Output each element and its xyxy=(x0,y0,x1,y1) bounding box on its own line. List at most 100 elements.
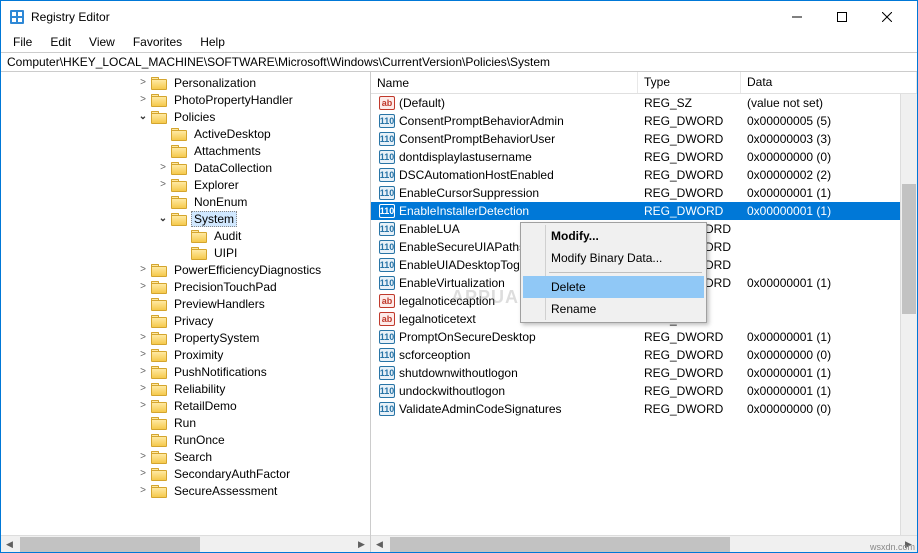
menu-view[interactable]: View xyxy=(81,34,123,50)
tree-item[interactable]: >Reliability xyxy=(1,380,370,397)
tree-item[interactable]: Audit xyxy=(1,227,370,244)
tree-item-label: PowerEfficiencyDiagnostics xyxy=(171,263,324,277)
expander-closed-icon[interactable]: > xyxy=(137,332,149,343)
expander-closed-icon[interactable]: > xyxy=(137,468,149,479)
value-data: 0x00000000 (0) xyxy=(741,150,917,164)
value-row[interactable]: 110scforceoptionREG_DWORD0x00000000 (0) xyxy=(371,346,917,364)
tree-item[interactable]: UIPI xyxy=(1,244,370,261)
context-modify[interactable]: Modify... xyxy=(523,225,704,247)
context-delete[interactable]: Delete xyxy=(523,276,704,298)
tree-item[interactable]: >Search xyxy=(1,448,370,465)
folder-icon xyxy=(151,467,167,480)
expander-closed-icon[interactable]: > xyxy=(137,77,149,88)
minimize-button[interactable] xyxy=(774,2,819,31)
value-row[interactable]: 110ValidateAdminCodeSignaturesREG_DWORD0… xyxy=(371,400,917,418)
tree-item[interactable]: >PrecisionTouchPad xyxy=(1,278,370,295)
col-header-name[interactable]: Name xyxy=(371,72,638,93)
expander-closed-icon[interactable]: > xyxy=(137,94,149,105)
expander-closed-icon[interactable]: > xyxy=(137,281,149,292)
tree-item[interactable]: Privacy xyxy=(1,312,370,329)
folder-icon xyxy=(151,297,167,310)
tree-item[interactable]: PreviewHandlers xyxy=(1,295,370,312)
value-data: 0x00000001 (1) xyxy=(741,384,917,398)
value-row[interactable]: 110ConsentPromptBehaviorAdminREG_DWORD0x… xyxy=(371,112,917,130)
folder-icon xyxy=(151,280,167,293)
expander-open-icon[interactable]: ⌄ xyxy=(137,111,149,122)
tree-item[interactable]: >PhotoPropertyHandler xyxy=(1,91,370,108)
value-name: legalnoticetext xyxy=(399,312,476,326)
tree-item[interactable]: > PowerEfficiencyDiagnostics xyxy=(1,261,370,278)
value-name: undockwithoutlogon xyxy=(399,384,505,398)
menu-file[interactable]: File xyxy=(5,34,40,50)
tree-item[interactable]: > PropertySystem xyxy=(1,329,370,346)
tree-item-label: RetailDemo xyxy=(171,399,240,413)
context-rename[interactable]: Rename xyxy=(523,298,704,320)
expander-closed-icon[interactable]: > xyxy=(137,400,149,411)
dword-value-icon: 110 xyxy=(379,240,395,254)
value-row[interactable]: 110DSCAutomationHostEnabledREG_DWORD0x00… xyxy=(371,166,917,184)
tree-item-label: Personalization xyxy=(171,76,259,90)
value-row[interactable]: 110dontdisplaylastusernameREG_DWORD0x000… xyxy=(371,148,917,166)
tree-item[interactable]: >PushNotifications xyxy=(1,363,370,380)
value-type: REG_DWORD xyxy=(638,348,741,362)
value-row[interactable]: 110shutdownwithoutlogonREG_DWORD0x000000… xyxy=(371,364,917,382)
tree-item[interactable]: >Explorer xyxy=(1,176,370,193)
expander-closed-icon[interactable]: > xyxy=(137,451,149,462)
value-row[interactable]: 110EnableInstallerDetectionREG_DWORD0x00… xyxy=(371,202,917,220)
tree-item[interactable]: >SecondaryAuthFactor xyxy=(1,465,370,482)
expander-closed-icon[interactable]: > xyxy=(157,179,169,190)
folder-icon xyxy=(191,246,207,259)
expander-closed-icon[interactable]: > xyxy=(137,366,149,377)
tree-item[interactable]: ⌄Policies xyxy=(1,108,370,125)
dword-value-icon: 110 xyxy=(379,168,395,182)
menu-edit[interactable]: Edit xyxy=(42,34,79,50)
value-type: REG_DWORD xyxy=(638,132,741,146)
tree-item[interactable]: >DataCollection xyxy=(1,159,370,176)
maximize-button[interactable] xyxy=(819,2,864,31)
window-title: Registry Editor xyxy=(31,10,774,24)
expander-closed-icon[interactable]: > xyxy=(137,264,149,275)
col-header-data[interactable]: Data xyxy=(741,72,917,93)
list-hscrollbar[interactable]: ◀ ▶ xyxy=(371,535,917,552)
menu-favorites[interactable]: Favorites xyxy=(125,34,190,50)
value-name: EnableCursorSuppression xyxy=(399,186,539,200)
address-bar[interactable]: Computer\HKEY_LOCAL_MACHINE\SOFTWARE\Mic… xyxy=(1,52,917,72)
tree-item[interactable]: Attachments xyxy=(1,142,370,159)
tree-item[interactable]: NonEnum xyxy=(1,193,370,210)
value-row[interactable]: 110undockwithoutlogonREG_DWORD0x00000001… xyxy=(371,382,917,400)
expander-closed-icon[interactable]: > xyxy=(137,383,149,394)
value-type: REG_DWORD xyxy=(638,384,741,398)
value-name: ValidateAdminCodeSignatures xyxy=(399,402,562,416)
expander-open-icon[interactable]: ⌄ xyxy=(157,213,169,224)
tree-item[interactable]: ⌄ System xyxy=(1,210,370,227)
tree-item[interactable]: >SecureAssessment xyxy=(1,482,370,499)
tree-item[interactable]: RunOnce xyxy=(1,431,370,448)
expander-closed-icon[interactable]: > xyxy=(137,349,149,360)
menu-help[interactable]: Help xyxy=(192,34,233,50)
tree-item[interactable]: > RetailDemo xyxy=(1,397,370,414)
tree-item-label: System xyxy=(191,211,237,227)
tree-item[interactable]: > Personalization xyxy=(1,74,370,91)
value-row[interactable]: 110EnableCursorSuppressionREG_DWORD0x000… xyxy=(371,184,917,202)
value-row[interactable]: 110PromptOnSecureDesktopREG_DWORD0x00000… xyxy=(371,328,917,346)
value-row[interactable]: ab(Default)REG_SZ(value not set) xyxy=(371,94,917,112)
tree-item-label: PropertySystem xyxy=(171,331,262,345)
dword-value-icon: 110 xyxy=(379,330,395,344)
folder-icon xyxy=(151,450,167,463)
tree-hscrollbar[interactable]: ◀ ▶ xyxy=(1,535,370,552)
context-modify-binary[interactable]: Modify Binary Data... xyxy=(523,247,704,269)
value-data: 0x00000002 (2) xyxy=(741,168,917,182)
close-button[interactable] xyxy=(864,2,909,31)
address-path: Computer\HKEY_LOCAL_MACHINE\SOFTWARE\Mic… xyxy=(7,55,550,69)
col-header-type[interactable]: Type xyxy=(638,72,741,93)
value-row[interactable]: 110ConsentPromptBehaviorUserREG_DWORD0x0… xyxy=(371,130,917,148)
folder-icon xyxy=(171,144,187,157)
expander-closed-icon[interactable]: > xyxy=(157,162,169,173)
tree-item[interactable]: >Proximity xyxy=(1,346,370,363)
tree-item[interactable]: Run xyxy=(1,414,370,431)
value-data: 0x00000003 (3) xyxy=(741,132,917,146)
list-vscrollbar[interactable] xyxy=(900,94,917,535)
expander-closed-icon[interactable]: > xyxy=(137,485,149,496)
dword-value-icon: 110 xyxy=(379,132,395,146)
tree-item[interactable]: ActiveDesktop xyxy=(1,125,370,142)
